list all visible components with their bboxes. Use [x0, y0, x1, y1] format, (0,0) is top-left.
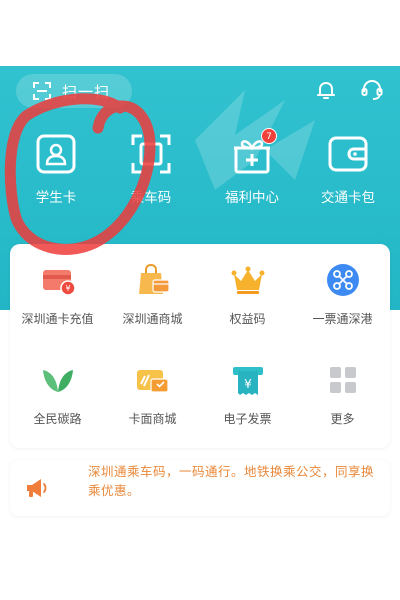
quick-label: 交通卡包: [321, 190, 375, 206]
service-label: 全民碳路: [33, 412, 82, 426]
service-label: 更多: [330, 412, 355, 426]
service-label: 电子发票: [223, 412, 272, 426]
quick-card-wallet[interactable]: 交通卡包: [303, 132, 393, 206]
bell-icon[interactable]: [314, 78, 338, 102]
leaf-icon: [42, 370, 73, 392]
customer-service-icon[interactable]: [360, 78, 384, 102]
service-card-recharge[interactable]: ¥ 深圳通卡充值: [10, 262, 105, 327]
quick-student-card[interactable]: 学生卡: [11, 132, 101, 206]
notice-text: 深圳通乘车码，一码通行。地铁换乘公交，同享换乘优惠。: [88, 464, 375, 498]
quick-label: 福利中心: [225, 190, 279, 206]
quick-ride-code[interactable]: 乘车码: [106, 132, 196, 206]
service-label: 深圳通卡充值: [21, 312, 94, 326]
scan-label: 扫一扫: [62, 82, 111, 101]
service-e-invoice[interactable]: ¥ 电子发票: [200, 362, 295, 427]
megaphone-icon: [27, 479, 47, 497]
network-icon: [326, 264, 359, 296]
notification-badge: 7: [261, 128, 277, 144]
ride-code-icon: [131, 134, 171, 174]
quick-actions: 学生卡 乘车码 7 福利中心 交通卡包: [0, 128, 400, 218]
card-recharge-icon: ¥: [42, 270, 76, 296]
services-grid: ¥ 深圳通卡充值 深圳通商城 权益码 一票通深港 全民碳路 卡面商城 ¥ 电子发…: [10, 244, 390, 448]
service-more[interactable]: 更多: [295, 362, 390, 427]
service-benefit-code[interactable]: 权益码: [200, 262, 295, 327]
scan-button[interactable]: 扫一扫: [16, 74, 132, 108]
service-shenzhentong-mall[interactable]: 深圳通商城: [105, 262, 200, 327]
quick-welfare-center[interactable]: 7 福利中心: [207, 128, 297, 206]
card-wallet-icon: [328, 136, 368, 172]
quick-label: 学生卡: [35, 190, 77, 206]
card-face-icon: [136, 370, 169, 393]
service-card-face-mall[interactable]: 卡面商城: [105, 362, 200, 427]
service-label: 卡面商城: [128, 412, 177, 426]
student-card-icon: [36, 134, 76, 174]
more-grid-icon: [329, 367, 356, 393]
service-carbon-road[interactable]: 全民碳路: [10, 362, 105, 427]
notice-banner[interactable]: 深圳通乘车码，一码通行。地铁换乘公交，同享换乘优惠。: [10, 460, 390, 516]
svg-text:¥: ¥: [65, 284, 70, 293]
svg-text:¥: ¥: [244, 377, 252, 391]
service-hk-ticket[interactable]: 一票通深港: [295, 262, 390, 327]
shopping-bag-icon: [138, 263, 170, 294]
invoice-icon: ¥: [232, 367, 263, 395]
scan-icon: [33, 82, 51, 100]
service-label: 深圳通商城: [122, 312, 183, 326]
quick-label: 乘车码: [130, 190, 172, 206]
service-label: 权益码: [229, 312, 266, 326]
app-screen: 扫一扫 学生卡 乘车码 7 福利中心 交通卡包 ¥ 深圳通卡充值 深圳通商城 权…: [0, 0, 400, 600]
service-label: 一票通深港: [312, 312, 373, 326]
crown-icon: [231, 266, 264, 294]
